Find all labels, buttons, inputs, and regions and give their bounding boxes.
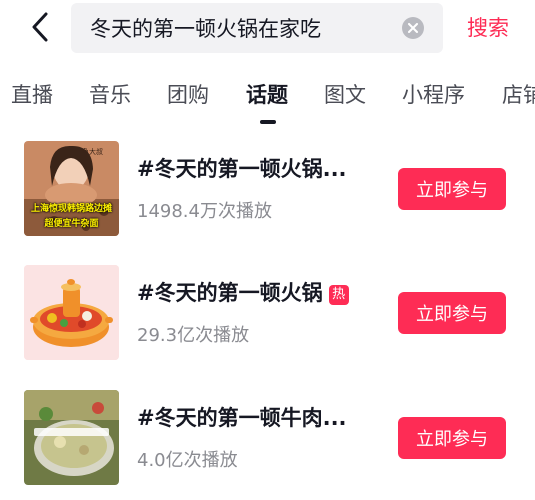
active-tab-indicator bbox=[260, 120, 276, 124]
tab-shops[interactable]: 店铺 bbox=[502, 79, 535, 109]
topic-row[interactable]: #冬天的第一顿火锅热 29.3亿次播放 立即参与 bbox=[0, 265, 535, 365]
join-button[interactable]: 立即参与 bbox=[398, 417, 506, 459]
join-button[interactable]: 立即参与 bbox=[398, 292, 506, 334]
play-count: 4.0亿次播放 bbox=[137, 450, 238, 471]
tab-mini-programs[interactable]: 小程序 bbox=[402, 79, 465, 109]
play-count: 1498.4万次播放 bbox=[137, 201, 272, 222]
thumbnail-caption-line2: 超便宜牛杂面 bbox=[44, 219, 99, 229]
topic-thumbnail bbox=[24, 265, 119, 360]
search-box[interactable] bbox=[71, 3, 443, 53]
tab-topics[interactable]: 话题 bbox=[246, 79, 288, 109]
search-button[interactable]: 搜索 bbox=[467, 12, 509, 42]
tab-music[interactable]: 音乐 bbox=[89, 79, 131, 109]
clear-button[interactable] bbox=[402, 17, 424, 39]
topic-title: #冬天的第一顿火锅热 bbox=[137, 277, 349, 307]
close-icon bbox=[408, 23, 418, 33]
tab-group-buy[interactable]: 团购 bbox=[167, 79, 209, 109]
hot-badge: 热 bbox=[328, 285, 349, 305]
tab-live[interactable]: 直播 bbox=[11, 79, 53, 109]
back-button[interactable] bbox=[24, 9, 56, 45]
chevron-left-icon bbox=[32, 12, 48, 42]
search-header: 搜索 bbox=[0, 0, 535, 56]
join-button[interactable]: 立即参与 bbox=[398, 168, 506, 210]
topic-row[interactable]: 鱼大叔 上海惊现韩锅路边摊 超便宜牛杂面 #冬天的第一顿火锅... 1498.4… bbox=[0, 141, 535, 241]
search-input[interactable] bbox=[90, 16, 390, 40]
thumbnail-caption-line1: 上海惊现韩锅路边摊 bbox=[30, 204, 112, 214]
tab-image-text[interactable]: 图文 bbox=[324, 79, 366, 109]
topic-thumbnail bbox=[24, 390, 119, 485]
hotpot-icon bbox=[24, 265, 119, 360]
topic-row[interactable]: #冬天的第一顿牛肉... 4.0亿次播放 立即参与 bbox=[0, 390, 535, 490]
category-tabs: 直播 音乐 团购 话题 图文 小程序 店铺 bbox=[0, 74, 535, 126]
topic-thumbnail: 鱼大叔 上海惊现韩锅路边摊 超便宜牛杂面 bbox=[24, 141, 119, 236]
thumbnail-tag: 鱼大叔 bbox=[82, 148, 103, 156]
play-count: 29.3亿次播放 bbox=[137, 325, 250, 346]
topic-title: #冬天的第一顿牛肉... bbox=[137, 406, 347, 430]
topic-title: #冬天的第一顿火锅... bbox=[137, 157, 347, 181]
